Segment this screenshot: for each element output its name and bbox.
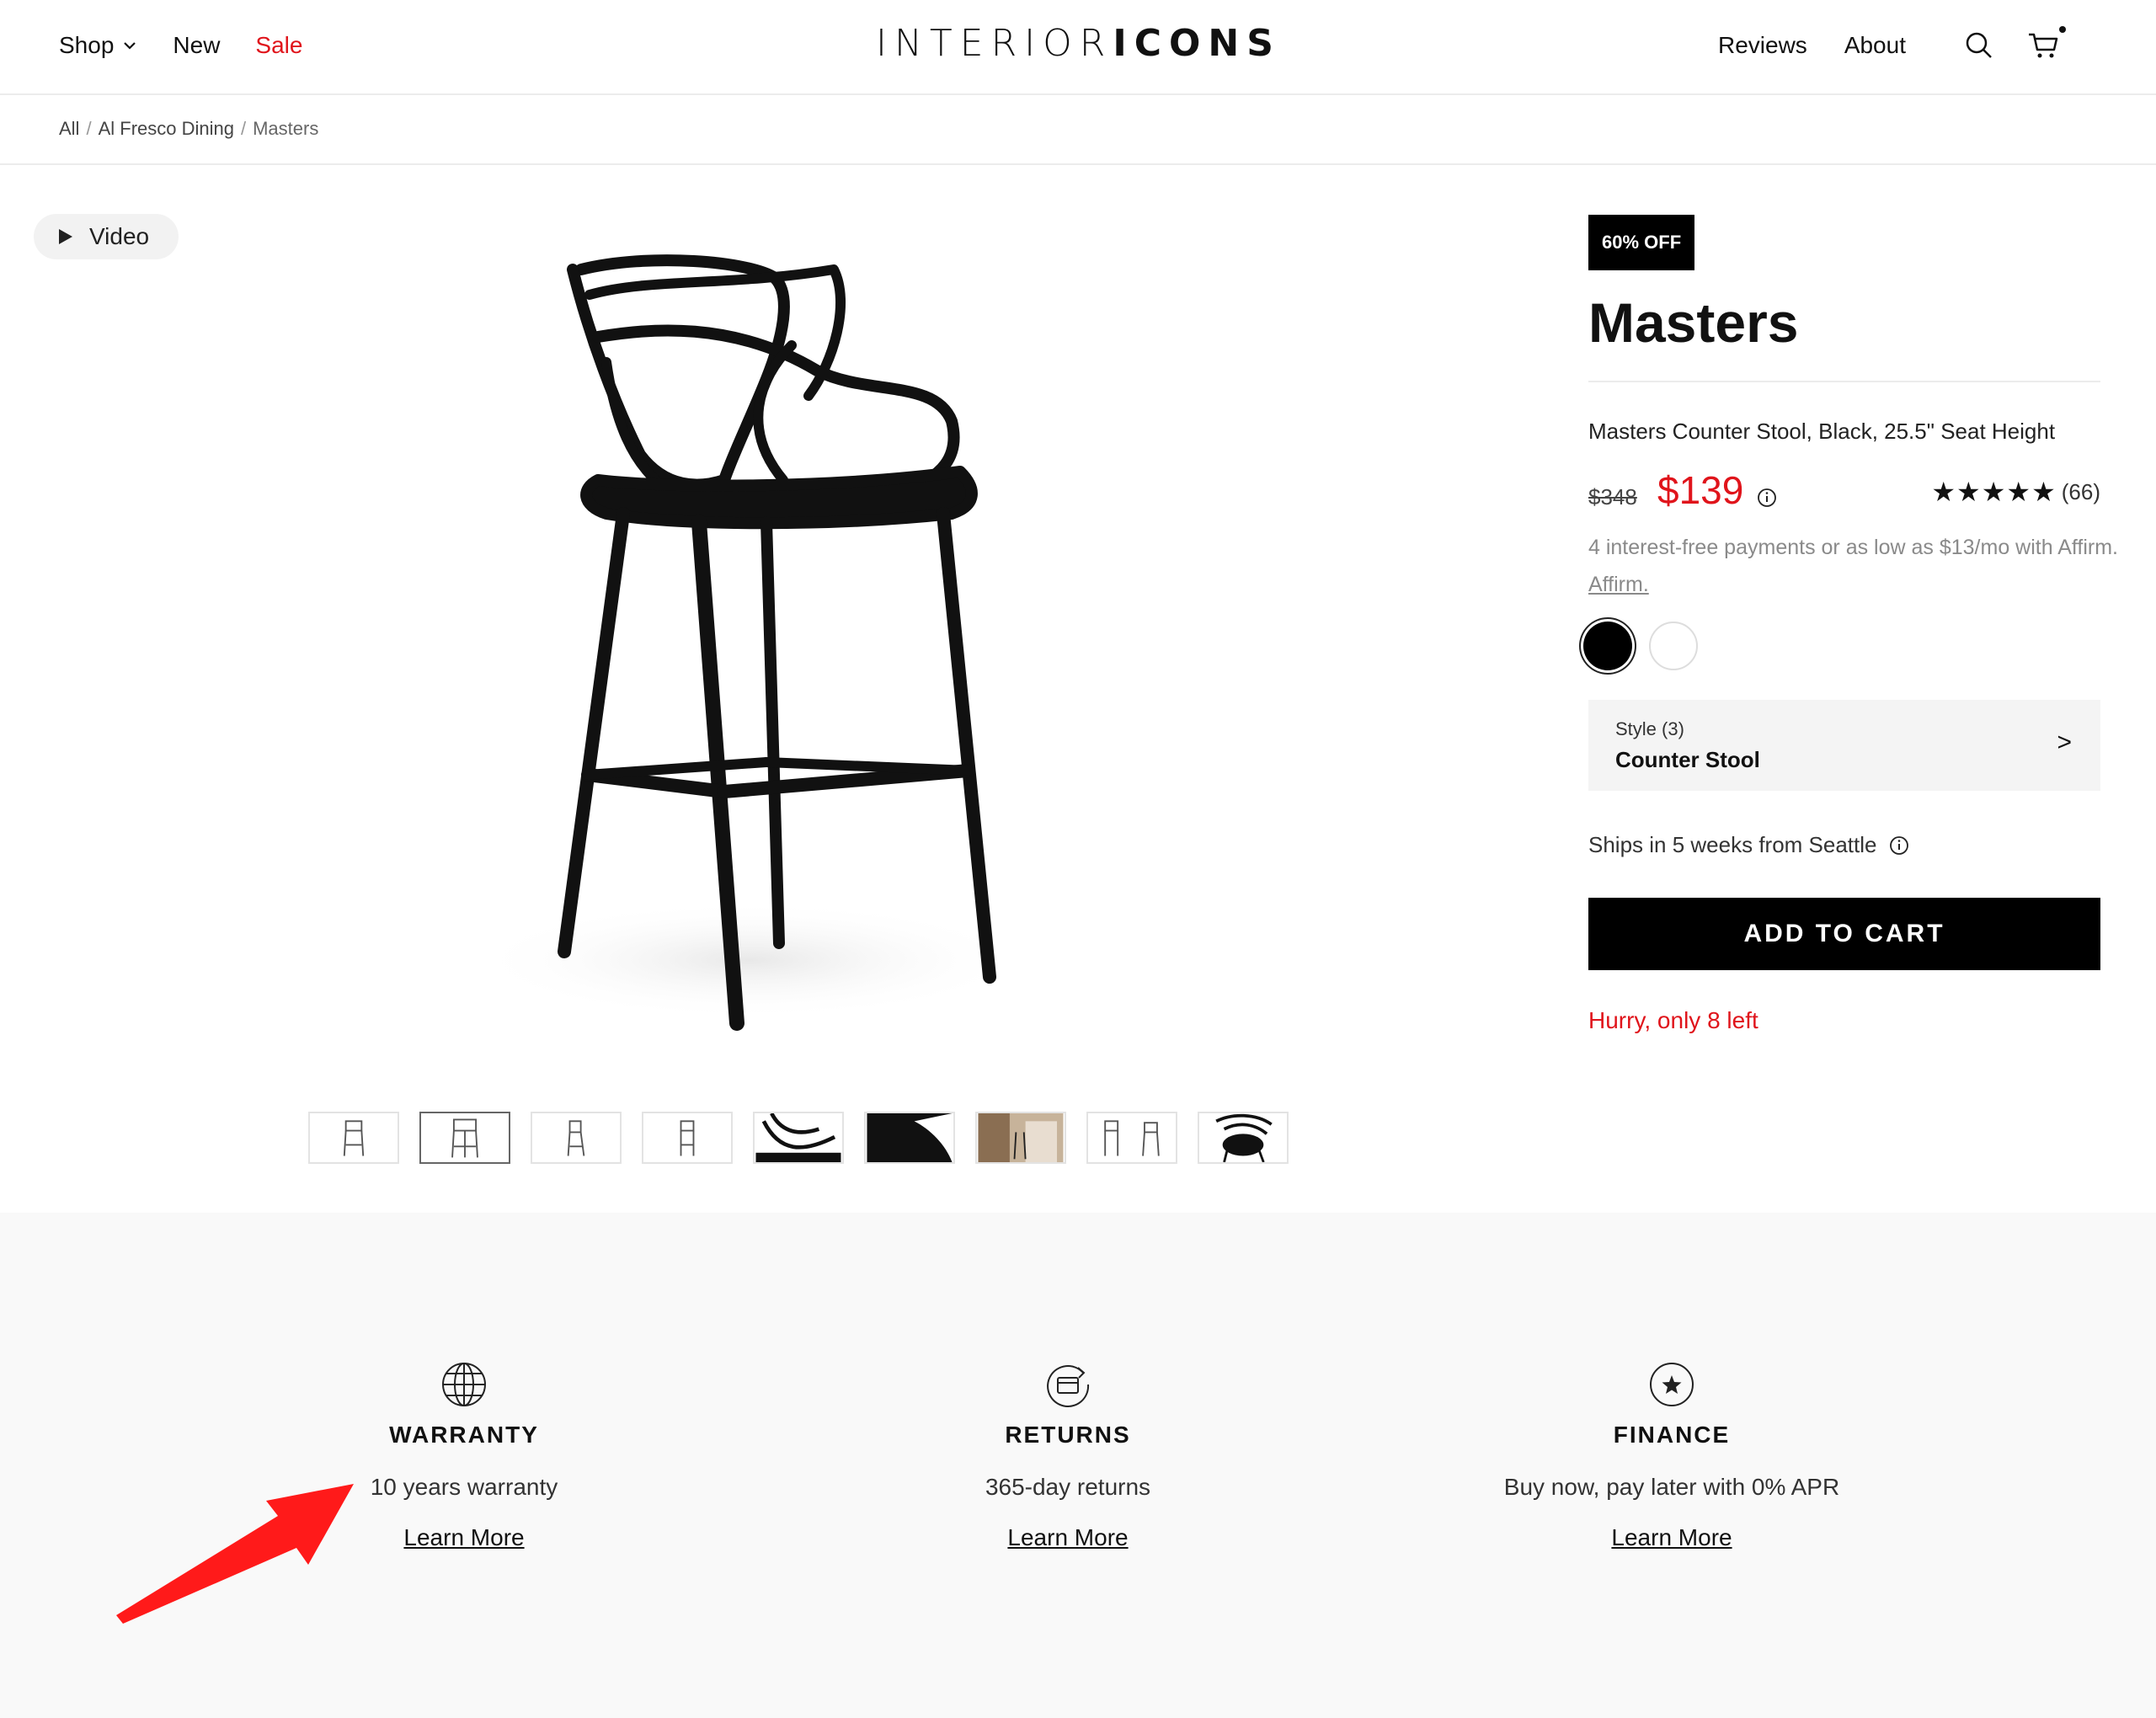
style-value: Counter Stool (1615, 747, 1760, 772)
star-circle-icon (1650, 1363, 1694, 1406)
divider (1588, 381, 2100, 382)
chevron-right-icon: > (2057, 728, 2072, 756)
benefit-title: RETURNS (1005, 1422, 1131, 1448)
play-icon (59, 229, 72, 244)
thumbnail[interactable] (308, 1112, 399, 1164)
thumbnail[interactable] (975, 1112, 1066, 1164)
rating[interactable]: ★★★★★ (66) (1931, 476, 2100, 508)
info-icon[interactable] (1757, 488, 1777, 508)
style-selector[interactable]: Style (3) Counter Stool > (1588, 700, 2100, 791)
divider (0, 163, 2156, 165)
rating-count: (66) (2061, 478, 2100, 504)
thumbnail-image (867, 1113, 953, 1162)
secondary-nav: Reviews About (1718, 0, 2066, 91)
benefit-title: WARRANTY (389, 1422, 539, 1448)
cart-button[interactable] (2027, 26, 2066, 60)
breadcrumb-separator: / (240, 118, 247, 139)
nav-about[interactable]: About (1844, 32, 1906, 59)
stock-notice: Hurry, only 8 left (1588, 1007, 1758, 1033)
thumbnail-image (755, 1113, 841, 1162)
color-swatch-black[interactable] (1583, 622, 1632, 670)
thumbnail-image (1215, 1113, 1273, 1162)
breadcrumb: All / Al Fresco Dining / Masters (59, 118, 318, 140)
globe-icon (442, 1363, 486, 1406)
thumbnail-image (567, 1120, 585, 1156)
breadcrumb-current: Masters (253, 118, 319, 139)
thumbnail-strip (308, 1112, 1289, 1164)
learn-more-link[interactable]: Learn More (1419, 1524, 1924, 1551)
thumbnail-image (343, 1120, 365, 1156)
video-button[interactable]: Video (34, 214, 179, 259)
discount-badge: 60% OFF (1588, 215, 1695, 270)
search-icon (1966, 32, 1992, 58)
breadcrumb-al-fresco-dining[interactable]: Al Fresco Dining (99, 118, 234, 140)
thumbnail-image (978, 1113, 1064, 1162)
cart-indicator-dot (2058, 26, 2066, 33)
nav-sale[interactable]: Sale (255, 32, 302, 59)
site-header: Shop New Sale INTERIORICONS Reviews Abou… (0, 0, 2156, 95)
shipping-text: Ships in 5 weeks from Seattle (1588, 832, 1877, 857)
thumbnail-image (1104, 1120, 1160, 1156)
benefits-section: WARRANTY 10 years warranty Learn More RE… (0, 1213, 2156, 1718)
benefit-desc: Buy now, pay later with 0% APR (1503, 1474, 1840, 1500)
thumbnail[interactable] (864, 1112, 955, 1164)
logo-part-icons: ICONS (1113, 22, 1281, 65)
video-label: Video (89, 223, 150, 249)
original-price: $348 (1588, 484, 1637, 510)
benefit-desc: 365-day returns (985, 1474, 1151, 1500)
annotation-arrow (116, 1484, 354, 1624)
affirm-link[interactable]: Affirm. (1588, 573, 1649, 596)
color-swatch-white[interactable] (1649, 622, 1698, 670)
primary-nav: Shop New Sale (59, 0, 302, 91)
returns-icon (1047, 1364, 1090, 1407)
nav-shop[interactable]: Shop (59, 32, 137, 59)
thumbnail[interactable] (531, 1112, 622, 1164)
product-subtitle: Masters Counter Stool, Black, 25.5" Seat… (1588, 419, 2056, 444)
site-logo[interactable]: INTERIORICONS (876, 22, 1281, 65)
affirm-financing-text: 4 interest-free payments or as low as $1… (1588, 529, 2119, 603)
sale-price: $139 (1657, 468, 1744, 512)
search-button[interactable] (1965, 31, 1993, 60)
price-row: $348 $139 ★★★★★ (66) (1588, 467, 2100, 518)
shipping-info: Ships in 5 weeks from Seattle (1588, 832, 1909, 858)
product-title: Masters (1588, 291, 1799, 354)
thumbnail[interactable] (1198, 1112, 1289, 1164)
thumbnail[interactable] (642, 1112, 733, 1164)
thumbnail-image (451, 1118, 478, 1158)
star-icons: ★★★★★ (1931, 476, 2057, 508)
thumbnail-image (680, 1120, 695, 1156)
logo-part-interior: INTERIOR (876, 22, 1113, 65)
chevron-down-icon[interactable] (122, 38, 137, 53)
product-image-stool[interactable] (396, 236, 1120, 1061)
style-label: Style (3) (1615, 718, 1684, 739)
benefit-title: FINANCE (1613, 1422, 1731, 1448)
thumbnail[interactable] (1086, 1112, 1177, 1164)
thumbnail[interactable] (753, 1112, 844, 1164)
breadcrumb-all[interactable]: All (59, 118, 79, 140)
info-icon[interactable] (1889, 835, 1909, 856)
nav-reviews[interactable]: Reviews (1718, 32, 1807, 59)
breadcrumb-separator: / (86, 118, 92, 139)
add-to-cart-button[interactable]: ADD TO CART (1588, 898, 2100, 970)
learn-more-link[interactable]: Learn More (815, 1524, 1321, 1551)
nav-new[interactable]: New (173, 32, 220, 59)
cart-icon (2028, 33, 2058, 58)
thumbnail-active[interactable] (419, 1112, 510, 1164)
affirm-text: 4 interest-free payments or as low as $1… (1588, 536, 2118, 559)
nav-shop-label[interactable]: Shop (59, 32, 114, 59)
